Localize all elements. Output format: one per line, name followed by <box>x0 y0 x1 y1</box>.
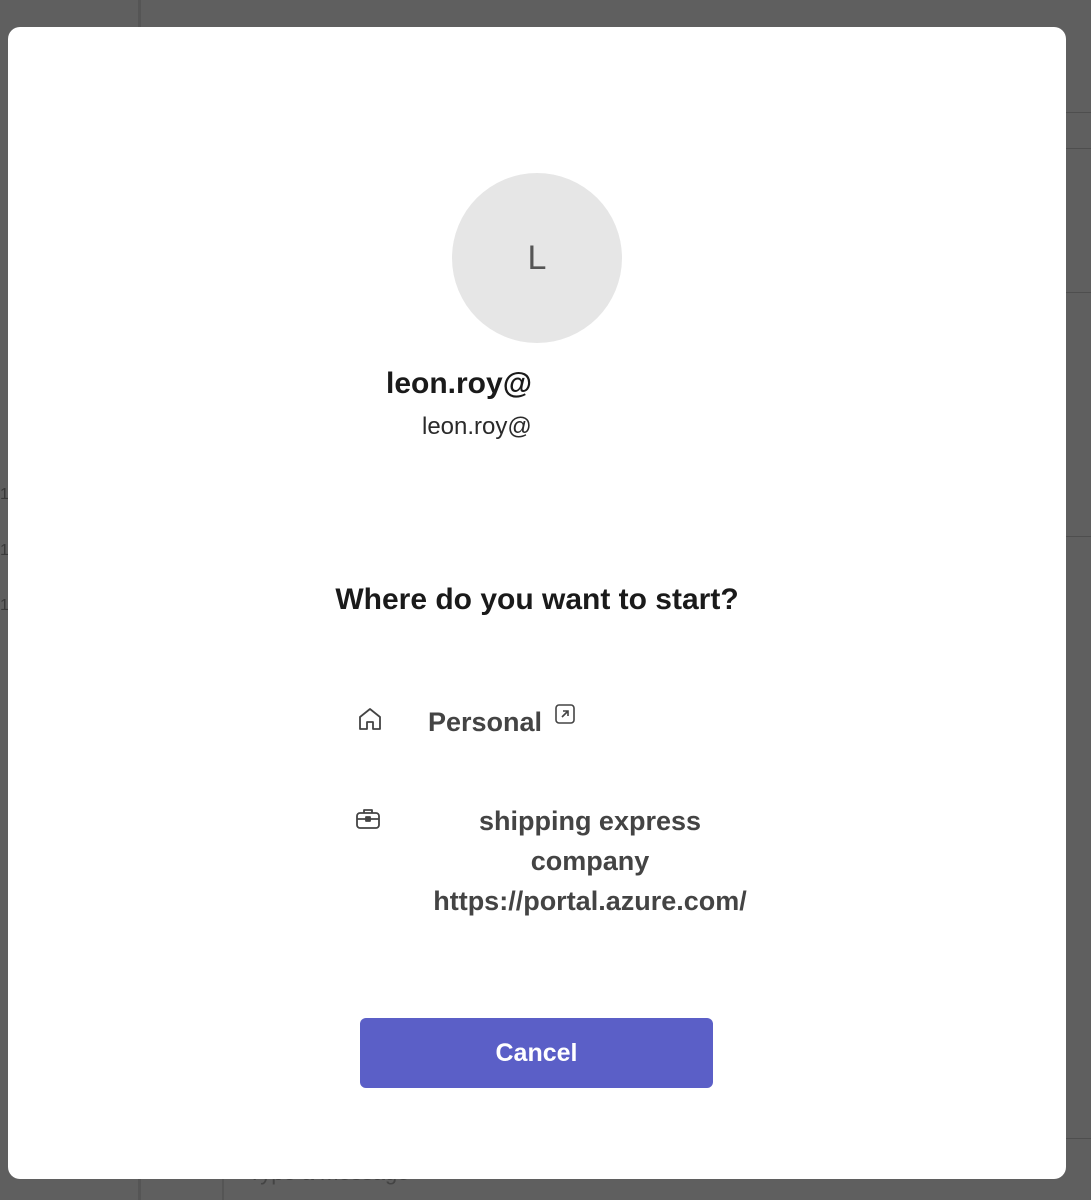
briefcase-icon <box>354 805 382 833</box>
background-divider <box>1066 292 1091 293</box>
background-divider <box>1066 112 1091 113</box>
account-display-name: leon.roy@ <box>386 367 532 400</box>
organization-url: https://portal.azure.com/ <box>433 886 747 916</box>
background-divider <box>1066 1138 1091 1139</box>
account-picker-dialog: L leon.roy@ leon.roy@ Where do you want … <box>8 27 1066 1179</box>
cancel-button[interactable]: Cancel <box>360 1018 713 1088</box>
dialog-heading: Where do you want to start? <box>335 583 739 616</box>
open-external-icon <box>554 703 576 725</box>
account-email: leon.roy@ <box>422 413 532 440</box>
option-organization-label: shipping express company https://portal.… <box>408 801 772 921</box>
background-divider <box>1066 536 1091 537</box>
organization-name-line: shipping express <box>478 806 702 836</box>
avatar-initial: L <box>527 238 547 277</box>
option-personal-label: Personal <box>428 707 543 737</box>
avatar: L <box>452 173 622 343</box>
organization-name-line: company <box>530 846 650 876</box>
home-icon <box>356 705 384 733</box>
option-organization[interactable]: shipping express company https://portal.… <box>348 797 788 947</box>
background-divider <box>1066 148 1091 149</box>
option-personal[interactable]: Personal <box>348 695 608 755</box>
